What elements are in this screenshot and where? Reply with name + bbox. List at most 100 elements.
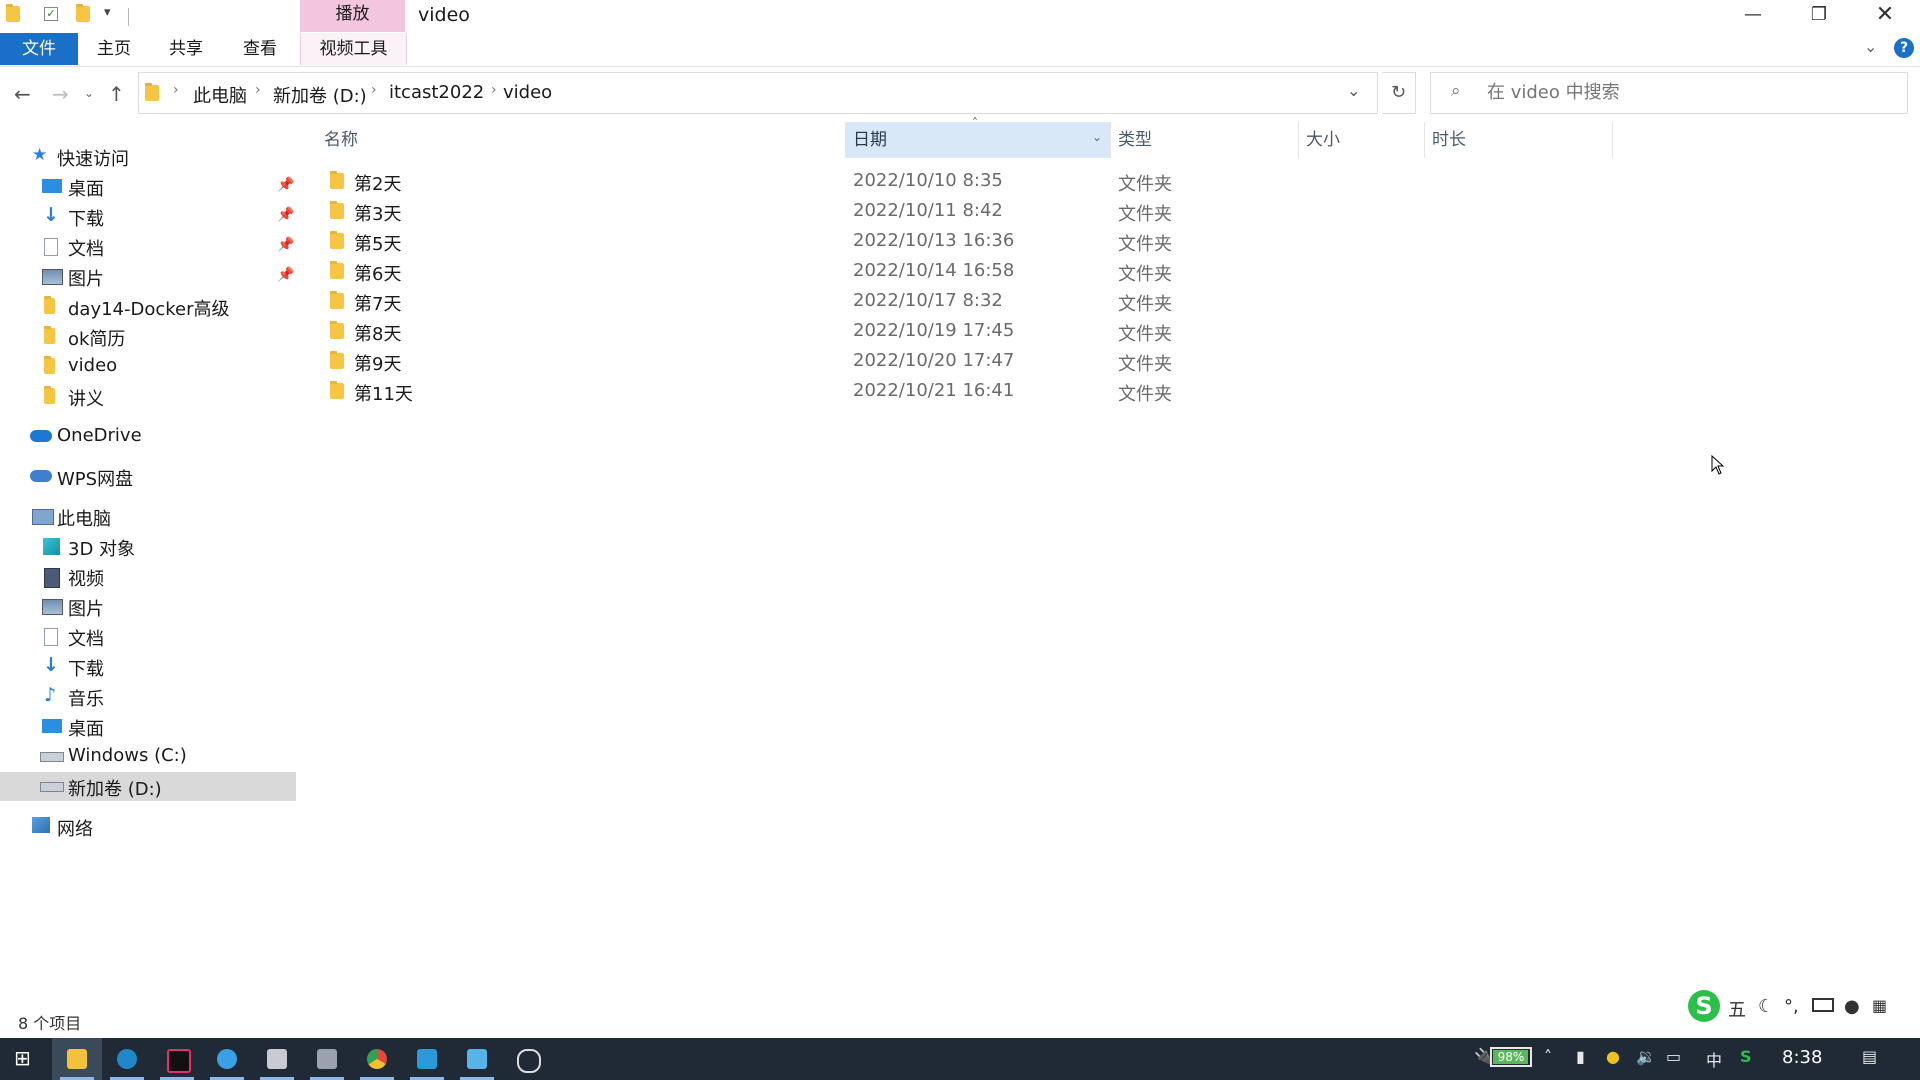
tab-home[interactable]: 主页 xyxy=(84,33,144,65)
battery-indicator[interactable]: 98% xyxy=(1490,1047,1532,1067)
column-header-size[interactable]: 大小 xyxy=(1306,122,1340,158)
clock[interactable]: 8:38 xyxy=(1782,1047,1822,1068)
taskbar-edge[interactable] xyxy=(102,1038,152,1080)
sidebar-item-pictures[interactable]: 图片 📌 xyxy=(0,262,296,291)
sidebar-item-onedrive[interactable]: OneDrive xyxy=(0,422,296,451)
breadcrumb-itcast2022[interactable]: itcast2022 xyxy=(389,82,484,103)
sidebar-item-videos[interactable]: 视频 xyxy=(0,562,296,591)
address-bar[interactable]: › 此电脑 › 新加卷 (D:) › itcast2022 › video ⌄ xyxy=(138,72,1378,114)
list-item[interactable]: 第8天 2022/10/19 17:45 文件夹 xyxy=(320,317,1220,347)
search-box[interactable]: ⌕ xyxy=(1430,72,1908,114)
restore-button[interactable]: ❐ xyxy=(1790,0,1848,32)
sogou-tray-icon[interactable]: S xyxy=(1740,1047,1752,1066)
list-item[interactable]: 第2天 2022/10/10 8:35 文件夹 xyxy=(320,167,1220,197)
sidebar-item-ok-resume[interactable]: ok简历 xyxy=(0,322,296,351)
search-input[interactable] xyxy=(1485,81,1889,104)
column-divider[interactable] xyxy=(1110,122,1111,158)
sidebar-item-network[interactable]: 网络 xyxy=(0,812,296,841)
microphone-icon[interactable]: ▮ xyxy=(1576,1047,1585,1066)
column-header-name[interactable]: 名称 xyxy=(324,122,358,158)
tab-file[interactable]: 文件 xyxy=(0,33,78,65)
tab-share[interactable]: 共享 xyxy=(156,33,216,65)
sogou-logo-icon[interactable]: S xyxy=(1688,990,1720,1022)
new-folder-icon[interactable] xyxy=(76,4,92,24)
list-item[interactable]: 第7天 2022/10/17 8:32 文件夹 xyxy=(320,287,1220,317)
up-arrow-icon[interactable]: ↑ xyxy=(108,82,125,106)
refresh-button[interactable]: ↻ xyxy=(1382,72,1416,114)
list-item[interactable]: 第5天 2022/10/13 16:36 文件夹 xyxy=(320,227,1220,257)
keyboard-icon[interactable] xyxy=(1812,998,1834,1012)
sidebar-item-drive-d[interactable]: 新加卷 (D:) xyxy=(0,772,296,801)
pin-icon[interactable]: 📌 xyxy=(277,237,294,253)
customize-dropdown-icon[interactable]: ▾ xyxy=(104,5,120,23)
tray-overflow-chevron-icon[interactable]: ˄ xyxy=(1544,1047,1552,1066)
moon-icon[interactable]: ☾ xyxy=(1758,996,1774,1017)
breadcrumb-separator[interactable]: › xyxy=(173,82,179,98)
column-filter-dropdown-icon[interactable]: ⌄ xyxy=(1092,130,1102,144)
breadcrumb-separator[interactable]: › xyxy=(371,82,377,98)
sidebar-item-documents-pc[interactable]: 文档 xyxy=(0,622,296,651)
sidebar-item-drive-c[interactable]: Windows (C:) xyxy=(0,742,296,771)
tab-view[interactable]: 查看 xyxy=(230,33,290,65)
forward-arrow-icon[interactable]: → xyxy=(52,82,69,106)
minimize-button[interactable]: — xyxy=(1724,0,1782,32)
back-arrow-icon[interactable]: ← xyxy=(14,82,31,106)
taskbar-photos[interactable] xyxy=(452,1038,502,1080)
recent-locations-icon[interactable]: ⌄ xyxy=(84,86,94,100)
list-item[interactable]: 第6天 2022/10/14 16:58 文件夹 xyxy=(320,257,1220,287)
taskbar-intellij[interactable] xyxy=(152,1038,202,1080)
start-button[interactable]: ⊞ xyxy=(0,1038,50,1080)
ime-mode-indicator[interactable]: 五 xyxy=(1728,996,1746,1022)
list-item[interactable]: 第3天 2022/10/11 8:42 文件夹 xyxy=(320,197,1220,227)
sidebar-item-downloads-pc[interactable]: ↓ 下载 xyxy=(0,652,296,681)
address-dropdown-icon[interactable]: ⌄ xyxy=(1347,81,1360,100)
column-header-type[interactable]: 类型 xyxy=(1118,122,1152,158)
breadcrumb-separator[interactable]: › xyxy=(491,82,497,98)
taskbar-screen-tool[interactable] xyxy=(402,1038,452,1080)
taskbar-notes[interactable] xyxy=(252,1038,302,1080)
sidebar-item-desktop-pc[interactable]: 桌面 xyxy=(0,712,296,741)
sidebar-item-video[interactable]: video xyxy=(0,352,296,381)
taskbar-obs[interactable] xyxy=(502,1038,552,1080)
input-language[interactable]: 中 xyxy=(1706,1047,1722,1071)
sidebar-item-music[interactable]: ♪ 音乐 xyxy=(0,682,296,711)
close-button[interactable]: ✕ xyxy=(1856,0,1914,32)
column-divider[interactable] xyxy=(1424,122,1425,158)
sidebar-item-quick-access[interactable]: ★ 快速访问 xyxy=(0,142,296,171)
sidebar-item-pictures-pc[interactable]: 图片 xyxy=(0,592,296,621)
tab-video-tools[interactable]: 视频工具 xyxy=(300,33,407,65)
help-icon[interactable]: ? xyxy=(1894,38,1914,58)
list-item[interactable]: 第11天 2022/10/21 16:41 文件夹 xyxy=(320,377,1220,407)
sidebar-item-this-pc[interactable]: 此电脑 xyxy=(0,502,296,531)
grid-icon[interactable]: ▦ xyxy=(1872,996,1887,1015)
breadcrumb-video[interactable]: video xyxy=(503,82,552,103)
breadcrumb-separator[interactable]: › xyxy=(255,82,261,98)
sidebar-item-documents[interactable]: 文档 📌 xyxy=(0,232,296,261)
punctuation-icon[interactable]: °, xyxy=(1784,996,1799,1017)
user-icon[interactable]: ● xyxy=(1844,996,1860,1017)
taskbar-chrome[interactable] xyxy=(352,1038,402,1080)
column-divider[interactable] xyxy=(1298,122,1299,158)
sidebar-item-lecture-notes[interactable]: 讲义 xyxy=(0,382,296,411)
properties-check-icon[interactable]: ✓ xyxy=(44,7,58,21)
sidebar-item-wps-drive[interactable]: WPS网盘 xyxy=(0,462,296,491)
sidebar-item-downloads[interactable]: ↓ 下载 📌 xyxy=(0,202,296,231)
security-icon[interactable]: ● xyxy=(1606,1047,1620,1066)
pin-icon[interactable]: 📌 xyxy=(277,177,294,193)
breadcrumb-this-pc[interactable]: 此电脑 xyxy=(193,82,247,108)
action-center-icon[interactable]: ▤ xyxy=(1862,1047,1877,1066)
volume-icon[interactable]: 🔉 xyxy=(1636,1047,1656,1066)
list-item[interactable]: 第9天 2022/10/20 17:47 文件夹 xyxy=(320,347,1220,377)
pin-icon[interactable]: 📌 xyxy=(277,267,294,283)
taskbar-file-explorer[interactable] xyxy=(52,1038,102,1080)
taskbar-app[interactable] xyxy=(302,1038,352,1080)
taskbar-browser[interactable] xyxy=(202,1038,252,1080)
breadcrumb-drive-d[interactable]: 新加卷 (D:) xyxy=(273,82,367,108)
sidebar-item-3d-objects[interactable]: 3D 对象 xyxy=(0,532,296,561)
network-tray-icon[interactable]: ▭ xyxy=(1666,1047,1681,1066)
pin-icon[interactable]: 📌 xyxy=(277,207,294,223)
column-header-duration[interactable]: 时长 xyxy=(1432,122,1466,158)
column-divider[interactable] xyxy=(1612,122,1613,158)
sidebar-item-day14-docker[interactable]: day14-Docker高级 xyxy=(0,292,296,321)
column-header-date[interactable]: 日期 xyxy=(853,122,887,158)
